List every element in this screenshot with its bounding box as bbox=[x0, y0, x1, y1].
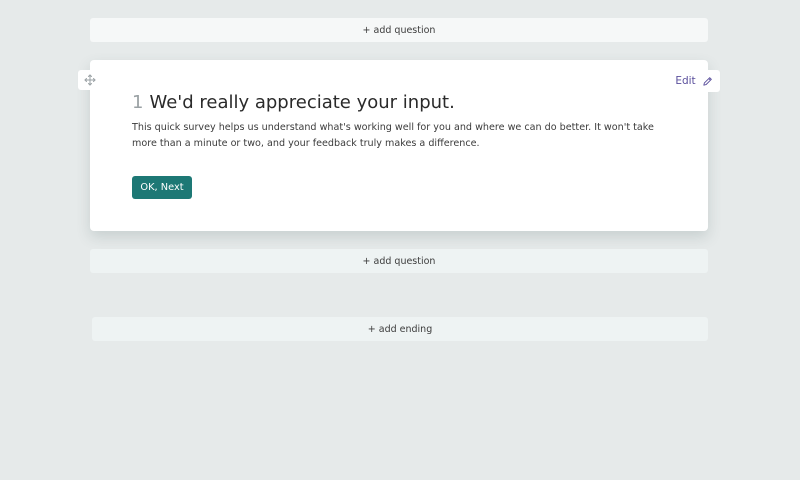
drag-handle[interactable] bbox=[78, 70, 102, 90]
edit-question-button[interactable]: Edit bbox=[668, 70, 720, 92]
pencil-icon bbox=[703, 76, 712, 86]
question-number: 1 bbox=[132, 92, 144, 113]
add-question-label: + add question bbox=[362, 24, 436, 36]
add-question-label: + add question bbox=[362, 255, 436, 267]
add-ending-button[interactable]: + add ending bbox=[92, 317, 708, 341]
edit-label: Edit bbox=[675, 75, 696, 87]
add-question-button-bottom[interactable]: + add question bbox=[90, 249, 708, 273]
move-icon bbox=[84, 74, 96, 86]
question-title: 1 We'd really appreciate your input. bbox=[132, 90, 455, 116]
question-description: This quick survey helps us understand wh… bbox=[132, 122, 654, 149]
form-builder-canvas: + add question Edit 1 We'd really appreci… bbox=[0, 0, 800, 480]
question-title-text: We'd really appreciate your input. bbox=[149, 92, 455, 113]
ok-next-button[interactable]: OK, Next bbox=[132, 176, 192, 199]
add-question-button-top[interactable]: + add question bbox=[90, 18, 708, 42]
add-ending-label: + add ending bbox=[367, 323, 433, 335]
